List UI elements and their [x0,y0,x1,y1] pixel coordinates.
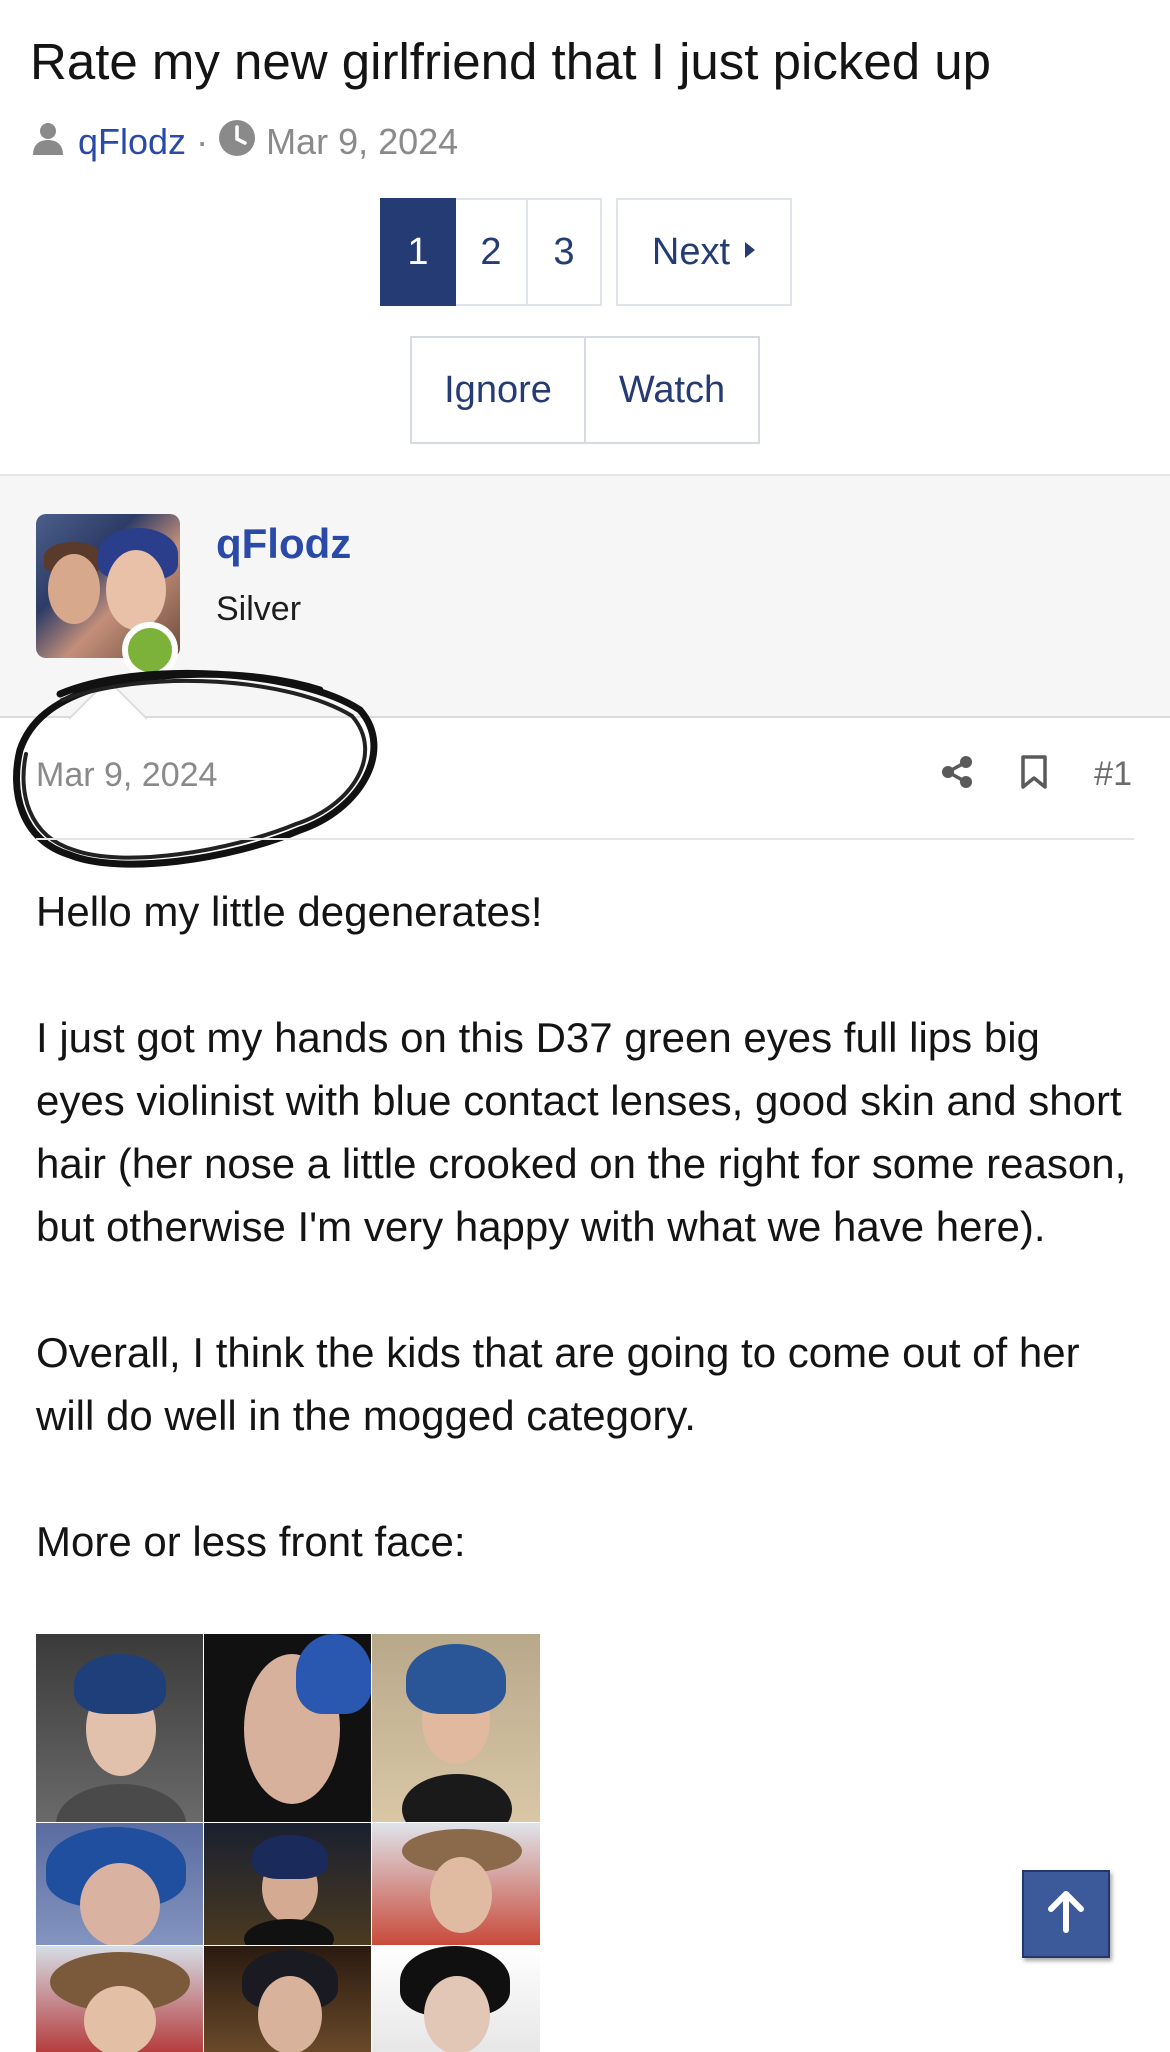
clock-icon [218,119,256,166]
photo-detail [296,1634,371,1714]
post-date[interactable]: Mar 9, 2024 [36,756,217,795]
thread-date[interactable]: Mar 9, 2024 [266,121,458,163]
photo-detail [258,1976,322,2052]
photo-detail [402,1774,512,1822]
photo-detail [80,1863,160,1945]
post-actions: #1 [940,754,1132,795]
bookmark-icon[interactable] [1020,754,1048,795]
photo-5 [204,1823,371,1945]
photo-8 [204,1946,371,2052]
watch-button[interactable]: Watch [586,336,760,444]
arrow-up-icon [1046,1890,1086,1939]
photo-detail [56,1784,186,1822]
photo-detail [406,1644,506,1714]
meta-separator: · [196,121,209,162]
share-icon[interactable] [940,755,974,794]
post-divider [36,838,1134,840]
photo-6 [372,1823,540,1945]
caret-right-icon [744,239,756,265]
user-icon [30,120,66,165]
page-1-button[interactable]: 1 [380,198,456,306]
next-label: Next [651,230,731,273]
pagination: 1 2 3 Next [380,198,792,306]
photo-1 [36,1634,203,1822]
post-paragraph: Overall, I think the kids that are going… [36,1329,1080,1439]
post-paragraph: More or less front face: [36,1518,466,1565]
post-number-link[interactable]: #1 [1094,755,1132,794]
photo-4 [36,1823,203,1945]
photo-detail [84,1986,156,2052]
avatar-detail [48,554,100,624]
page-2-button[interactable]: 2 [456,198,528,306]
post-body: Hello my little degenerates! I just got … [36,880,1136,1573]
thread-actions: Ignore Watch [410,336,760,444]
thread-meta: qFlodz · Mar 9, 2024 [30,118,458,166]
page-3-button[interactable]: 3 [528,198,602,306]
post-paragraph: Hello my little degenerates! [36,888,543,935]
user-title: Silver [216,590,302,628]
photo-detail [244,1919,334,1945]
photo-7 [36,1946,203,2052]
scroll-to-top-button[interactable] [1022,1870,1110,1958]
photo-9 [372,1946,540,2052]
online-status-indicator [122,622,178,678]
ignore-button[interactable]: Ignore [410,336,586,444]
photo-collage[interactable] [36,1634,540,2052]
post-username[interactable]: qFlodz [216,520,351,568]
photo-detail [430,1857,492,1933]
avatar-detail [106,550,166,630]
thread-title: Rate my new girlfriend that I just picke… [30,33,991,90]
post-user-block [0,474,1170,718]
photo-detail [74,1654,166,1714]
next-page-button[interactable]: Next [616,198,792,306]
photo-2 [204,1634,371,1822]
thread-author-link[interactable]: qFlodz [78,121,186,163]
photo-3 [372,1634,540,1822]
photo-detail [424,1976,490,2052]
post-paragraph: I just got my hands on this D37 green ey… [36,1014,1127,1250]
photo-detail [252,1835,328,1879]
